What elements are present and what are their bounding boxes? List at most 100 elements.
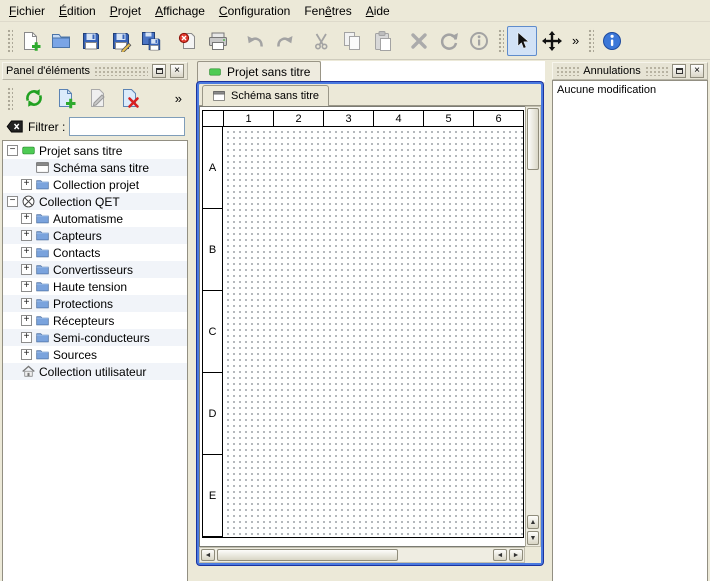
collapse-minus-icon[interactable]: − [7, 196, 18, 207]
elements-panel-header[interactable]: Panel d'éléments × [2, 62, 188, 80]
toolbar-drag-handle[interactable] [587, 28, 594, 53]
float-undo-panel-button[interactable] [672, 64, 686, 78]
undo-button[interactable] [240, 26, 270, 56]
menu-projet[interactable]: Projet [103, 1, 148, 21]
expand-plus-icon[interactable]: + [21, 349, 32, 360]
vertical-scrollbar-thumb[interactable] [527, 108, 539, 170]
paste-button[interactable] [367, 26, 397, 56]
tree-item-schema-sans-titre[interactable]: Schéma sans titre [3, 159, 187, 176]
edit-element-button[interactable] [83, 84, 112, 113]
pan-mode-button[interactable] [537, 26, 567, 56]
expand-plus-icon[interactable]: + [21, 298, 32, 309]
scroll-down-button[interactable]: ▼ [527, 531, 539, 545]
schema-icon [212, 89, 226, 103]
elements-panel-toolbar: » [2, 80, 188, 116]
vertical-scrollbar[interactable]: ▲ ▼ [525, 106, 541, 547]
toolbar-extension-button[interactable]: » [567, 26, 584, 56]
tree-item-recepteurs[interactable]: +Récepteurs [3, 312, 187, 329]
tree-item-sources[interactable]: +Sources [3, 346, 187, 363]
undo-history-list[interactable]: Aucune modification [552, 80, 708, 581]
horizontal-scrollbar[interactable]: ◄ ◄ ► [199, 547, 525, 563]
vertical-scrollbar-track[interactable] [526, 171, 540, 514]
menu-aide[interactable]: Aide [359, 1, 397, 21]
tree-item-collection-utilisateur[interactable]: Collection utilisateur [3, 363, 187, 380]
row-header: D [203, 373, 223, 455]
cut-button[interactable] [307, 26, 337, 56]
save-button[interactable] [76, 26, 106, 56]
undo-icon [244, 30, 266, 52]
menu-fichier[interactable]: Fichier [2, 1, 52, 21]
diagram-grid[interactable] [223, 127, 523, 537]
close-undo-panel-button[interactable]: × [690, 64, 704, 78]
float-panel-button[interactable] [152, 64, 166, 78]
tree-item-automatisme[interactable]: +Automatisme [3, 210, 187, 227]
scroll-left-button[interactable]: ◄ [201, 549, 215, 561]
expand-plus-icon[interactable]: + [21, 213, 32, 224]
undo-panel-drag-grip-right[interactable] [645, 66, 668, 76]
expand-plus-icon[interactable]: + [21, 315, 32, 326]
tree-item-collection-qet[interactable]: −Collection QET [3, 193, 187, 210]
close-file-button[interactable] [173, 26, 203, 56]
tree-item-projet-sans-titre[interactable]: −Projet sans titre [3, 142, 187, 159]
diagram-view[interactable]: 123456ABCDE [199, 106, 525, 547]
tree-item-capteurs[interactable]: + Capteurs [3, 227, 187, 244]
tree-item-semi-conducteurs[interactable]: +Semi-conducteurs [3, 329, 187, 346]
menu-affichage[interactable]: Affichage [148, 1, 212, 21]
row-header: B [203, 209, 223, 291]
elements-panel: Panel d'éléments × » Filtrer : −Projet s… [0, 60, 190, 581]
save-as-button[interactable] [106, 26, 136, 56]
clear-filter-icon[interactable] [5, 117, 24, 136]
select-mode-button[interactable] [507, 26, 537, 56]
filter-label: Filtrer : [28, 120, 65, 134]
panel-toolbar-drag-handle[interactable] [6, 86, 13, 110]
horizontal-scrollbar-track[interactable] [399, 548, 492, 562]
toolbar-drag-handle[interactable] [6, 28, 13, 53]
collapse-minus-icon[interactable]: − [7, 145, 18, 156]
qet-icon [21, 194, 36, 209]
tree-item-convertisseurs[interactable]: +Convertisseurs [3, 261, 187, 278]
about-button[interactable] [597, 26, 627, 56]
move-icon [541, 30, 563, 52]
expand-plus-icon[interactable]: + [21, 332, 32, 343]
scroll-right-button[interactable]: ► [509, 549, 523, 561]
expand-plus-icon[interactable]: + [21, 281, 32, 292]
toolbar-drag-handle[interactable] [497, 28, 504, 53]
tree-item-collection-projet[interactable]: + Collection projet [3, 176, 187, 193]
filter-input[interactable] [69, 117, 185, 136]
open-project-button[interactable] [46, 26, 76, 56]
new-element-button[interactable] [51, 84, 80, 113]
expand-plus-icon[interactable]: + [21, 179, 32, 190]
panel-drag-grip[interactable] [94, 66, 148, 76]
conductor-properties-button[interactable] [464, 26, 494, 56]
close-panel-button[interactable]: × [170, 64, 184, 78]
project-tab[interactable]: Projet sans titre [197, 61, 321, 82]
scroll-up-button[interactable]: ▲ [527, 515, 539, 529]
print-button[interactable] [203, 26, 233, 56]
redo-button[interactable] [270, 26, 300, 56]
tree-item-contacts[interactable]: +Contacts [3, 244, 187, 261]
tree-item-protections[interactable]: +Protections [3, 295, 187, 312]
new-document-button[interactable] [16, 26, 46, 56]
expand-plus-icon[interactable]: + [21, 264, 32, 275]
expand-plus-icon[interactable]: + [21, 247, 32, 258]
tree-item-label: Collection projet [53, 178, 139, 192]
menu-edition[interactable]: Édition [52, 1, 103, 21]
tree-item-label: Capteurs [53, 229, 102, 243]
save-all-button[interactable] [136, 26, 166, 56]
menu-configuration[interactable]: Configuration [212, 1, 297, 21]
expand-plus-icon[interactable]: + [21, 230, 32, 241]
column-header: 6 [473, 111, 523, 127]
scroll-left-button-end[interactable]: ◄ [493, 549, 507, 561]
horizontal-scrollbar-thumb[interactable] [217, 549, 398, 561]
menu-fenetres[interactable]: Fenêtres [297, 1, 358, 21]
delete-selection-button[interactable] [404, 26, 434, 56]
panel-toolbar-extension-button[interactable]: » [170, 83, 187, 113]
schema-tab[interactable]: Schéma sans titre [202, 85, 329, 106]
undo-panel-drag-grip[interactable] [556, 66, 579, 76]
rotate-selection-button[interactable] [434, 26, 464, 56]
copy-button[interactable] [337, 26, 367, 56]
tree-item-haute-tension[interactable]: +Haute tension [3, 278, 187, 295]
undo-panel-header[interactable]: Annulations × [552, 62, 708, 80]
reload-collections-button[interactable] [19, 84, 48, 113]
delete-element-button[interactable] [115, 84, 144, 113]
